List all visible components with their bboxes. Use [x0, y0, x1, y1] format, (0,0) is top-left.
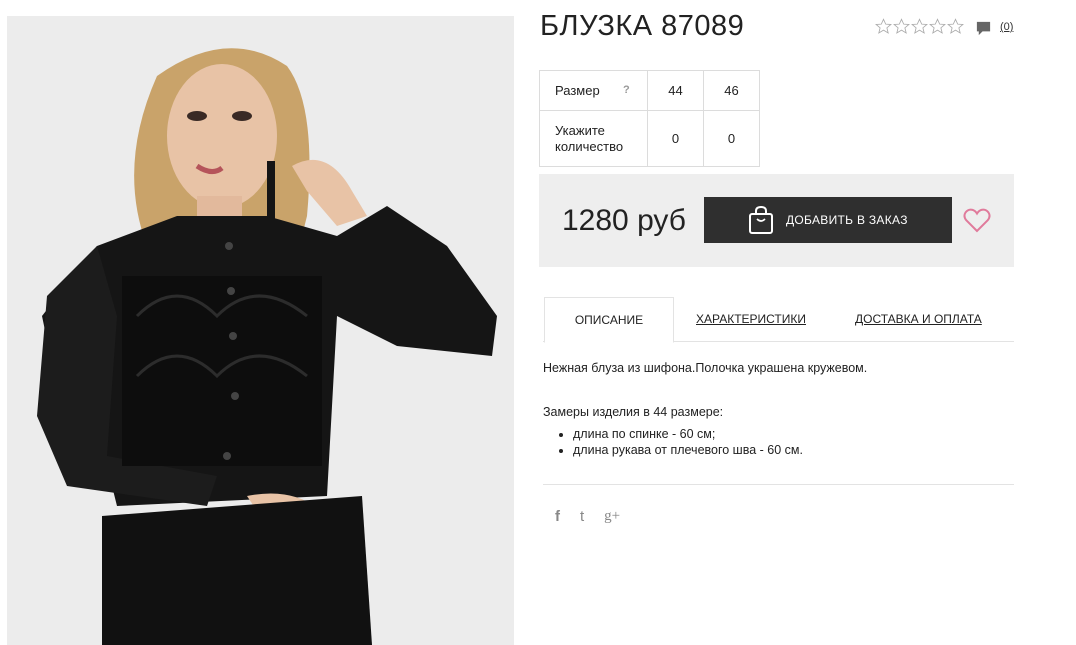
review-count-link[interactable]: (0): [1000, 21, 1013, 33]
description-panel: Нежная блуза из шифона.Полочка украшена …: [543, 361, 1013, 458]
list-item: длина рукава от плечевого шва - 60 см.: [573, 442, 1013, 458]
tab-delivery-payment[interactable]: ДОСТАВКА И ОПЛАТА: [855, 297, 982, 341]
divider: [543, 484, 1014, 485]
google-plus-icon[interactable]: g+: [604, 508, 620, 525]
list-item: длина по спинке - 60 см;: [573, 426, 1013, 442]
measure-list: длина по спинке - 60 см; длина рукава от…: [543, 426, 1013, 458]
rating-stars[interactable]: [875, 18, 964, 35]
size-option-44[interactable]: 44: [647, 70, 704, 111]
quantity-label: Укажите количество: [539, 110, 648, 167]
product-price: 1280 руб: [562, 204, 686, 237]
quantity-input-44[interactable]: 0: [647, 110, 704, 167]
product-tabs: ОПИСАНИЕ ХАРАКТЕРИСТИКИ ДОСТАВКА И ОПЛАТ…: [543, 297, 1014, 343]
star-icon[interactable]: [911, 18, 928, 35]
social-share: f t g+: [555, 508, 620, 525]
tab-characteristics[interactable]: ХАРАКТЕРИСТИКИ: [696, 297, 806, 341]
buy-box: 1280 руб ДОБАВИТЬ В ЗАКАЗ: [539, 174, 1014, 267]
measure-title: Замеры изделия в 44 размере:: [543, 405, 724, 419]
size-help-icon[interactable]: ?: [623, 84, 630, 96]
quantity-input-46[interactable]: 0: [703, 110, 760, 167]
shopping-bag-icon: [749, 205, 773, 234]
facebook-icon[interactable]: f: [555, 508, 560, 525]
star-icon[interactable]: [947, 18, 964, 35]
comment-icon[interactable]: [975, 20, 992, 37]
size-label-cell: Размер ?: [539, 70, 648, 111]
size-label: Размер: [555, 83, 600, 98]
star-icon[interactable]: [893, 18, 910, 35]
description-text: Нежная блуза из шифона.Полочка украшена …: [543, 361, 868, 375]
tab-description[interactable]: ОПИСАНИЕ: [544, 297, 674, 343]
star-icon[interactable]: [875, 18, 892, 35]
size-option-46[interactable]: 46: [703, 70, 760, 111]
size-table: Размер ? 44 46 Укажите количество 0 0: [539, 70, 760, 167]
product-photo[interactable]: [7, 16, 514, 645]
product-title: БЛУЗКА 87089: [540, 10, 745, 42]
add-to-order-label: ДОБАВИТЬ В ЗАКАЗ: [786, 213, 908, 227]
heart-icon[interactable]: [963, 207, 991, 233]
add-to-order-button[interactable]: ДОБАВИТЬ В ЗАКАЗ: [704, 197, 952, 243]
twitter-icon[interactable]: t: [580, 508, 584, 525]
star-icon[interactable]: [929, 18, 946, 35]
